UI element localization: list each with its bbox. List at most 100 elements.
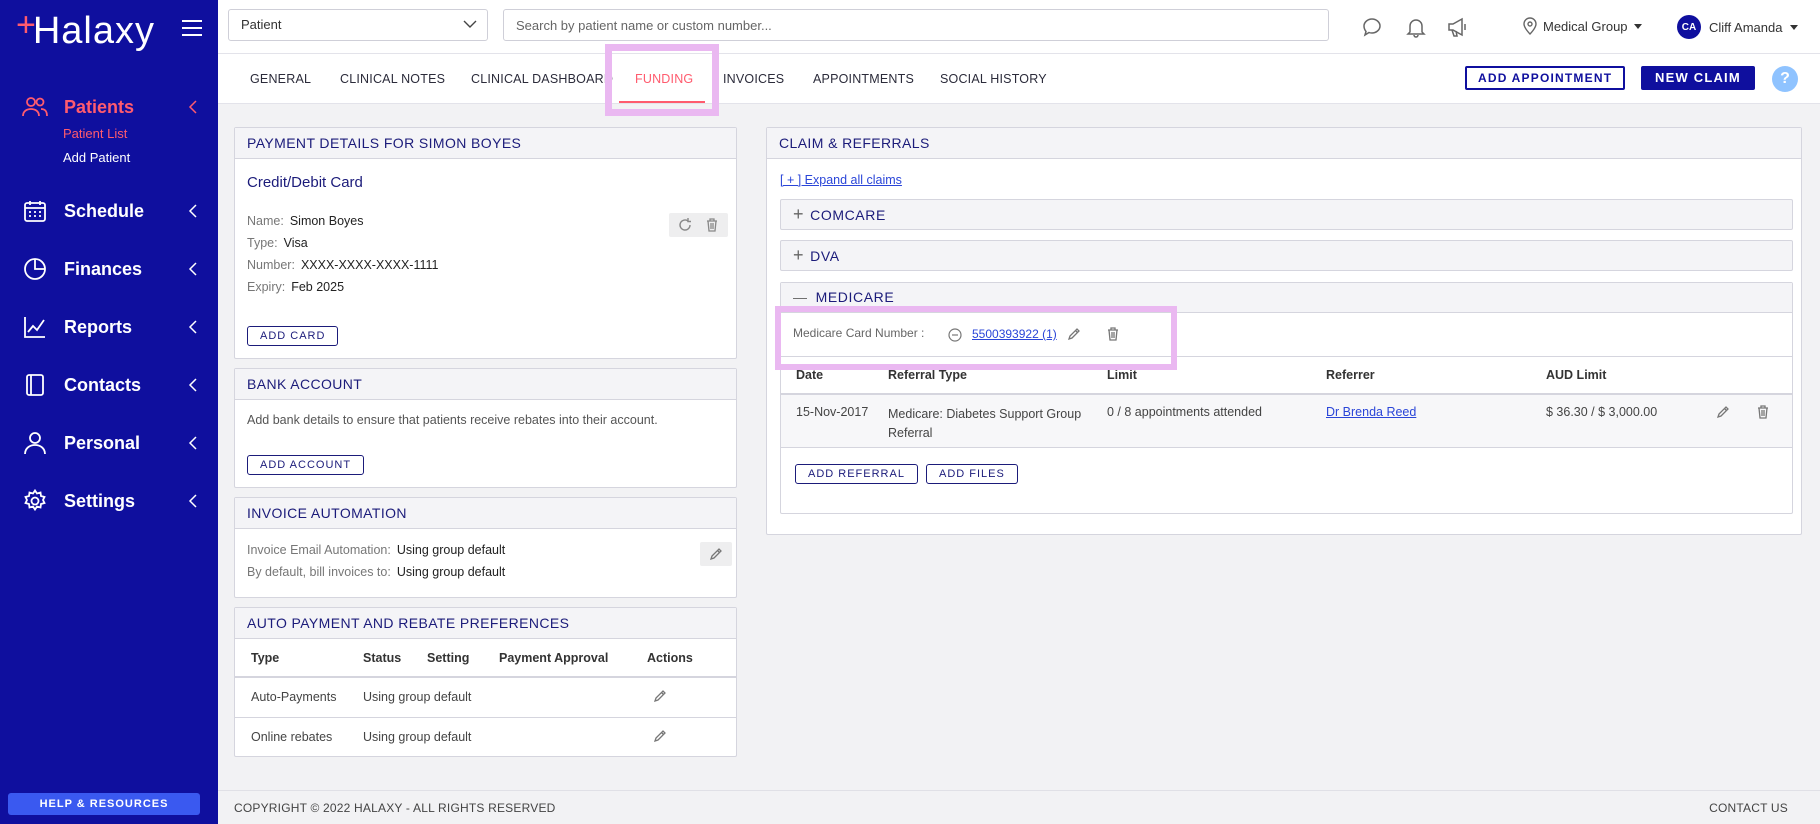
tab-clinical-dashboard[interactable]: CLINICAL DASHBOARD — [471, 72, 613, 86]
users-icon — [22, 94, 48, 120]
sidebar-sub-add-patient[interactable]: Add Patient — [63, 146, 218, 170]
minus-circle-icon[interactable] — [948, 328, 962, 342]
claim-group-medicare: — MEDICARE Medicare Card Number : 5500393… — [780, 282, 1793, 514]
add-card-button[interactable]: ADD CARD — [247, 326, 339, 346]
claims-referrals-panel: CLAIM & REFERRALS [ + ] Expand all claim… — [766, 127, 1802, 535]
card-name: Name: Simon Boyes — [247, 214, 364, 228]
panel-title: AUTO PAYMENT AND REBATE PREFERENCES — [235, 608, 736, 639]
active-tab-indicator — [619, 101, 705, 103]
invoice-email-automation: Invoice Email Automation: Using group def… — [247, 543, 506, 557]
sidebar-item-reports[interactable]: Reports — [0, 298, 218, 356]
book-icon — [22, 372, 48, 398]
chevron-down-icon — [463, 20, 477, 28]
medicare-header[interactable]: — MEDICARE — [781, 283, 1792, 313]
sidebar-item-finances[interactable]: Finances — [0, 240, 218, 298]
medicare-card-number-link[interactable]: 5500393922 (1) — [972, 327, 1057, 341]
chevron-left-icon — [188, 204, 197, 218]
auto-payment-table: Type Status Setting Payment Approval Act… — [235, 639, 736, 757]
claim-group-comcare[interactable]: + COMCARE — [780, 199, 1793, 230]
referrals-table: Date Referral Type Limit Referrer AUD Li… — [781, 356, 1792, 448]
chat-icon[interactable] — [1361, 16, 1383, 38]
tab-clinical-notes[interactable]: CLINICAL NOTES — [340, 72, 445, 86]
add-referral-button[interactable]: ADD REFERRAL — [795, 464, 918, 484]
chevron-left-icon — [188, 320, 197, 334]
claim-group-dva[interactable]: + DVA — [780, 240, 1793, 271]
tab-invoices[interactable]: INVOICES — [723, 72, 784, 86]
user-menu[interactable]: CA Cliff Amanda — [1677, 15, 1799, 39]
sidebar-item-settings[interactable]: Settings — [0, 472, 218, 530]
bank-info-text: Add bank details to ensure that patients… — [247, 413, 658, 427]
bank-account-panel: BANK ACCOUNT Add bank details to ensure … — [234, 368, 737, 488]
patient-search-input[interactable] — [503, 9, 1329, 41]
add-account-button[interactable]: ADD ACCOUNT — [247, 455, 365, 475]
table-row: 15-Nov-2017 Medicare: Diabetes Support G… — [781, 393, 1792, 448]
minus-icon: — — [793, 289, 808, 305]
edit-icon[interactable] — [653, 729, 667, 743]
panel-title: CLAIM & REFERRALS — [767, 128, 1801, 159]
pie-chart-icon — [22, 256, 48, 282]
table-row: Online rebates Using group default — [235, 717, 736, 757]
line-chart-icon — [22, 314, 48, 340]
chevron-left-icon — [188, 494, 197, 508]
trash-icon[interactable] — [696, 213, 728, 237]
add-files-button[interactable]: ADD FILES — [926, 464, 1018, 484]
caret-down-icon — [1790, 24, 1799, 30]
card-type: Type: Visa — [247, 236, 308, 250]
edit-icon[interactable] — [700, 542, 732, 566]
trash-icon[interactable] — [1107, 327, 1119, 341]
invoice-automation-panel: INVOICE AUTOMATION Invoice Email Automat… — [234, 497, 737, 598]
person-icon — [22, 430, 48, 456]
trash-icon[interactable] — [1757, 404, 1769, 419]
add-appointment-button[interactable]: ADD APPOINTMENT — [1465, 66, 1626, 90]
panel-title: PAYMENT DETAILS FOR SIMON BOYES — [235, 128, 736, 159]
tab-appointments[interactable]: APPOINTMENTS — [813, 72, 914, 86]
footer: COPYRIGHT © 2022 HALAXY - ALL RIGHTS RES… — [218, 790, 1820, 824]
caret-down-icon — [1633, 23, 1642, 29]
sidebar-nav: Patients Patient List Add Patient Schedu… — [0, 78, 218, 530]
chevron-left-icon — [188, 100, 197, 114]
calendar-icon — [22, 198, 48, 224]
table-header: Type Status Setting Payment Approval Act… — [235, 639, 736, 677]
panel-title: BANK ACCOUNT — [235, 369, 736, 400]
tab-social-history[interactable]: SOCIAL HISTORY — [940, 72, 1047, 86]
patient-tabs-bar: GENERAL CLINICAL NOTES CLINICAL DASHBOAR… — [218, 44, 1820, 116]
auto-payment-panel: AUTO PAYMENT AND REBATE PREFERENCES Type… — [234, 607, 737, 757]
bell-icon[interactable] — [1405, 16, 1427, 38]
table-header: Date Referral Type Limit Referrer AUD Li… — [781, 356, 1792, 394]
chevron-left-icon — [188, 378, 197, 392]
expand-all-claims-link[interactable]: [ + ] Expand all claims — [780, 173, 902, 187]
sidebar-item-personal[interactable]: Personal — [0, 414, 218, 472]
sidebar: + Halaxy Patients Patient List Add Patien… — [0, 0, 218, 824]
chevron-left-icon — [188, 436, 197, 450]
copyright-text: COPYRIGHT © 2022 HALAXY - ALL RIGHTS RES… — [234, 801, 556, 815]
card-type-title: Credit/Debit Card — [247, 174, 363, 191]
help-icon[interactable]: ? — [1772, 66, 1798, 92]
sidebar-item-schedule[interactable]: Schedule — [0, 182, 218, 240]
location-selector[interactable]: Medical Group — [1523, 17, 1642, 35]
medicare-card-label: Medicare Card Number : — [793, 326, 925, 340]
search-type-select[interactable]: Patient — [228, 9, 488, 41]
gear-icon — [22, 488, 48, 514]
plus-icon: + — [793, 245, 805, 265]
halaxy-logo[interactable]: + Halaxy — [16, 6, 155, 54]
referrer-link[interactable]: Dr Brenda Reed — [1326, 405, 1416, 419]
card-number: Number: XXXX-XXXX-XXXX-1111 — [247, 258, 439, 272]
contact-us-link[interactable]: CONTACT US — [1709, 801, 1788, 815]
plus-icon: + — [793, 204, 805, 224]
sidebar-item-patients[interactable]: Patients — [0, 78, 218, 136]
megaphone-icon[interactable] — [1446, 16, 1468, 38]
panel-title: INVOICE AUTOMATION — [235, 498, 736, 529]
payment-details-panel: PAYMENT DETAILS FOR SIMON BOYES Credit/D… — [234, 127, 737, 359]
tab-general[interactable]: GENERAL — [250, 72, 311, 86]
menu-toggle-icon[interactable] — [182, 20, 202, 36]
edit-icon[interactable] — [1716, 405, 1730, 419]
chevron-left-icon — [188, 262, 197, 276]
help-resources-button[interactable]: HELP & RESOURCES — [8, 793, 200, 815]
card-expiry: Expiry: Feb 2025 — [247, 280, 345, 294]
avatar: CA — [1677, 15, 1701, 39]
edit-icon[interactable] — [1067, 327, 1081, 341]
sidebar-item-contacts[interactable]: Contacts — [0, 356, 218, 414]
tab-funding[interactable]: FUNDING — [635, 72, 693, 86]
edit-icon[interactable] — [653, 689, 667, 703]
new-claim-button[interactable]: NEW CLAIM — [1641, 66, 1755, 90]
